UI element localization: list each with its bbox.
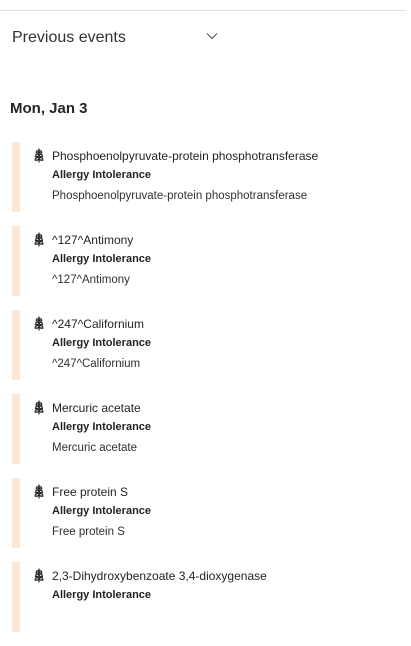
top-divider xyxy=(0,10,406,11)
previous-events-label: Previous events xyxy=(12,29,126,46)
event-detail: ^247^Californium xyxy=(52,358,141,370)
date-heading: Mon, Jan 3 xyxy=(10,100,88,117)
event-title: Free protein S xyxy=(52,485,129,499)
event-title: Mercuric acetate xyxy=(52,401,141,415)
event-category: Allergy Intolerance xyxy=(52,169,152,181)
event-title: 2,3-Dihydroxybenzoate 3,4-dioxygenase xyxy=(52,569,267,583)
wheat-allergy-icon xyxy=(34,400,44,415)
event-title: ^247^Californium xyxy=(52,317,144,331)
event-title: ^127^Antimony xyxy=(52,233,134,247)
event-category: Allergy Intolerance xyxy=(52,589,152,601)
wheat-allergy-icon xyxy=(34,568,44,583)
event-detail: Mercuric acetate xyxy=(52,442,138,454)
event-detail: ^127^Antimony xyxy=(52,274,130,286)
wheat-allergy-icon xyxy=(34,316,44,331)
event-accent-bar xyxy=(12,226,20,296)
wheat-allergy-icon xyxy=(34,484,44,499)
event-card[interactable]: Phosphoenolpyruvate-protein phosphotrans… xyxy=(12,142,410,212)
event-card[interactable]: ^127^Antimony Allergy Intolerance ^127^A… xyxy=(12,226,410,296)
event-accent-bar xyxy=(12,478,20,548)
event-detail: Free protein S xyxy=(52,526,125,538)
event-card[interactable]: Mercuric acetate Allergy Intolerance Mer… xyxy=(12,394,410,464)
event-category: Allergy Intolerance xyxy=(52,505,152,517)
event-title: Phosphoenolpyruvate-protein phosphotrans… xyxy=(52,149,319,163)
chevron-down-icon xyxy=(206,33,218,40)
event-category: Allergy Intolerance xyxy=(52,421,152,433)
event-card[interactable]: 2,3-Dihydroxybenzoate 3,4-dioxygenase Al… xyxy=(12,562,410,632)
wheat-allergy-icon xyxy=(34,232,44,247)
event-card[interactable]: Free protein S Allergy Intolerance Free … xyxy=(12,478,410,548)
previous-events-toggle[interactable]: Previous events xyxy=(12,26,222,50)
event-category: Allergy Intolerance xyxy=(52,253,152,265)
event-accent-bar xyxy=(12,394,20,464)
event-accent-bar xyxy=(12,562,20,632)
event-list: Phosphoenolpyruvate-protein phosphotrans… xyxy=(12,142,410,646)
event-accent-bar xyxy=(12,310,20,380)
event-category: Allergy Intolerance xyxy=(52,337,152,349)
event-detail: Phosphoenolpyruvate-protein phosphotrans… xyxy=(52,190,308,202)
event-accent-bar xyxy=(12,142,20,212)
wheat-allergy-icon xyxy=(34,148,44,163)
event-card[interactable]: ^247^Californium Allergy Intolerance ^24… xyxy=(12,310,410,380)
